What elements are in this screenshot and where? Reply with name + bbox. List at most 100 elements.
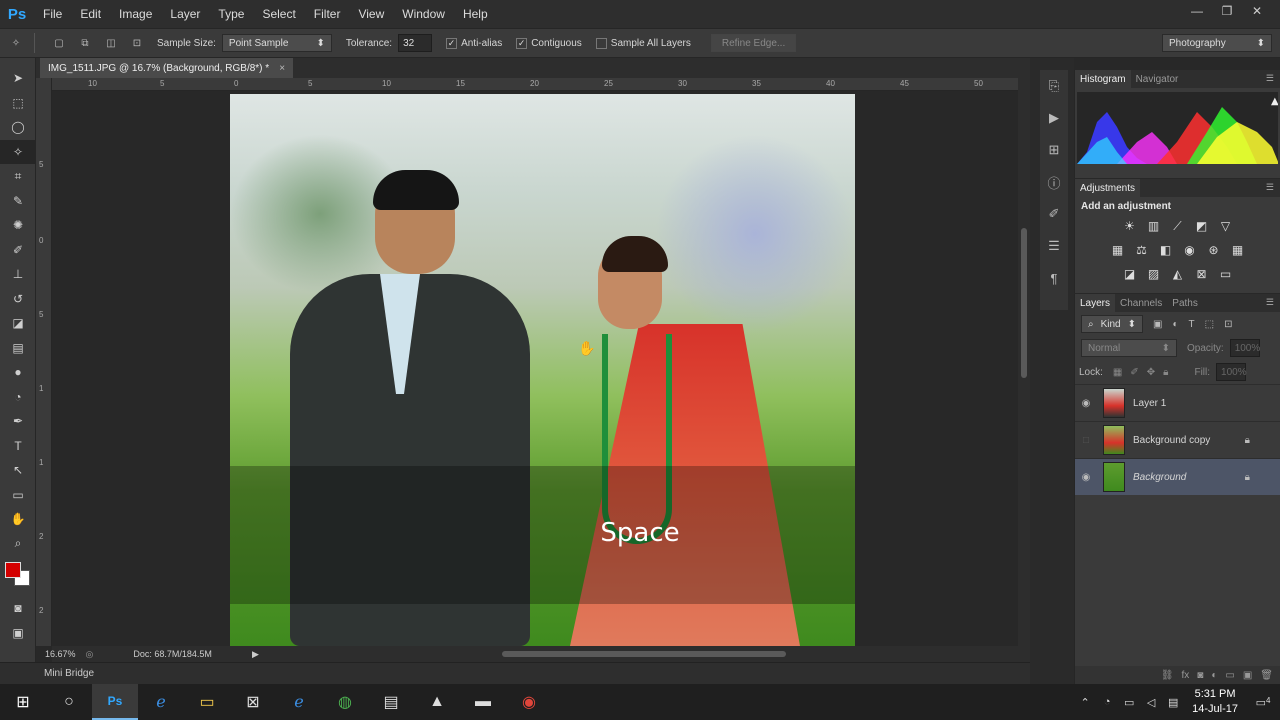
network-icon[interactable]: ◔ (1096, 696, 1118, 708)
browser-app-icon[interactable]: ◍ (322, 684, 368, 720)
history-panel-icon[interactable]: ⎘ (1040, 70, 1068, 102)
layer-row[interactable]: □ Background copy 🔒︎ (1075, 421, 1280, 458)
file-explorer-icon[interactable]: ▭ (184, 684, 230, 720)
levels-icon[interactable]: ▥ (1144, 216, 1164, 236)
new-group-icon[interactable]: ▭ (1225, 670, 1234, 681)
lasso-tool-icon[interactable]: ◯ (0, 115, 36, 140)
brush-panel-icon[interactable]: ✐ (1040, 198, 1068, 230)
curves-icon[interactable]: ⟋ (1168, 216, 1188, 236)
internet-explorer-icon[interactable]: ℯ (276, 684, 322, 720)
tab-layers[interactable]: Layers (1075, 294, 1116, 312)
adjustment-layer-icon[interactable]: ◐ (1211, 670, 1217, 681)
clock[interactable]: 5:31 PM 14-Jul-17 (1192, 687, 1238, 717)
filter-adjustment-icon[interactable]: ◐ (1172, 319, 1178, 330)
actions-panel-icon[interactable]: ▶ (1040, 102, 1068, 134)
layer-filter-select[interactable]: ⌕ Kind ⬍ (1081, 315, 1143, 333)
quick-mask-icon[interactable]: ◙ (0, 596, 36, 621)
photoshop-taskbar-icon[interactable]: Ps (92, 684, 138, 720)
contiguous-checkbox[interactable]: ✓ (516, 37, 528, 49)
sample-size-select[interactable]: Point Sample ⬍ (221, 34, 332, 52)
canvas-area[interactable]: Space ✋ (52, 92, 1018, 646)
channel-mixer-icon[interactable]: ⊛ (1204, 240, 1224, 260)
tolerance-input[interactable]: 32 (398, 34, 433, 52)
notifications-icon[interactable]: ▭ 4 (1246, 696, 1280, 709)
crop-tool-icon[interactable]: ⌗ (0, 164, 36, 189)
panel-menu-icon[interactable]: ☰ (1266, 73, 1274, 84)
layer-row[interactable]: ◉ Background 🔒︎ (1075, 458, 1280, 495)
threshold-icon[interactable]: ◭ (1168, 264, 1188, 284)
document-tab[interactable]: IMG_1511.JPG @ 16.7% (Background, RGB/8*… (40, 58, 294, 78)
hand-tool-icon[interactable]: ✋ (0, 507, 36, 532)
eyedropper-tool-icon[interactable]: ✎ (0, 189, 36, 214)
menu-layer[interactable]: Layer (161, 0, 209, 28)
status-info-icon[interactable]: ◎ (86, 649, 94, 660)
media-app-icon[interactable]: ▤ (368, 684, 414, 720)
clone-stamp-icon[interactable]: ⊥ (0, 262, 36, 287)
color-balance-icon[interactable]: ⚖ (1132, 240, 1152, 260)
windows-start-icon[interactable]: ⊞ (0, 684, 46, 720)
lock-pixels-icon[interactable]: ✐ (1130, 367, 1138, 378)
filter-type-icon[interactable]: T (1189, 319, 1195, 330)
store-icon[interactable]: ⊠ (230, 684, 276, 720)
shape-tool-icon[interactable]: ▭ (0, 483, 36, 508)
tab-navigator[interactable]: Navigator (1131, 70, 1184, 88)
magic-wand-tool-icon[interactable]: ✧ (0, 139, 36, 164)
menu-window[interactable]: Window (393, 0, 454, 28)
info-panel-icon[interactable]: ⓘ (1040, 166, 1068, 198)
zoom-level[interactable]: 16.67% (45, 649, 76, 659)
lock-position-icon[interactable]: ✥ (1147, 367, 1155, 378)
hue-saturation-icon[interactable]: ▦ (1108, 240, 1128, 260)
marquee-tool-icon[interactable]: ⬚ (0, 91, 36, 116)
screen-mode-icon[interactable]: ▣ (0, 621, 36, 646)
move-tool-icon[interactable]: ➤ (0, 66, 36, 91)
keyboard-icon[interactable]: ▤ (1162, 696, 1184, 709)
battery-icon[interactable]: ▭ (1118, 696, 1140, 709)
add-selection-icon[interactable]: ⧉ (75, 33, 95, 53)
blur-tool-icon[interactable]: ● (0, 360, 36, 385)
tab-histogram[interactable]: Histogram (1075, 70, 1131, 88)
filter-pixel-icon[interactable]: ▣ (1153, 319, 1162, 330)
close-window-button[interactable]: ✕ (1242, 0, 1272, 22)
workspace-select[interactable]: Photography ⬍ (1162, 34, 1272, 52)
blend-mode-select[interactable]: Normal ⬍ (1081, 339, 1177, 357)
paragraph-panel-icon[interactable]: ¶ (1040, 262, 1068, 294)
vertical-ruler[interactable]: 5 0 5 1 1 2 2 (36, 78, 52, 646)
intersect-selection-icon[interactable]: ⊡ (127, 33, 147, 53)
type-tool-icon[interactable]: T (0, 434, 36, 459)
new-selection-icon[interactable]: ▢ (49, 33, 69, 53)
show-hidden-icons-icon[interactable]: ⌃ (1074, 696, 1096, 709)
sample-all-layers-checkbox[interactable] (595, 37, 607, 49)
delete-layer-icon[interactable]: 🗑︎ (1260, 670, 1273, 681)
close-icon[interactable]: × (279, 63, 285, 74)
invert-icon[interactable]: ◪ (1120, 264, 1140, 284)
gradient-tool-icon[interactable]: ▤ (0, 336, 36, 361)
add-mask-icon[interactable]: ◙ (1197, 670, 1203, 681)
cortana-search-icon[interactable]: ○ (46, 684, 92, 720)
vertical-scrollbar[interactable] (1018, 78, 1030, 646)
layer-name[interactable]: Background (1133, 472, 1186, 483)
status-menu-arrow-icon[interactable]: ▶ (252, 649, 259, 660)
lock-all-icon[interactable]: 🔒︎ (1163, 367, 1168, 378)
pen-tool-icon[interactable]: ✒ (0, 409, 36, 434)
color-lookup-icon[interactable]: ▦ (1228, 240, 1248, 260)
magic-wand-preset-icon[interactable]: ✧ (6, 33, 26, 53)
layer-name[interactable]: Background copy (1133, 435, 1210, 446)
layer-name[interactable]: Layer 1 (1133, 398, 1166, 409)
filter-smart-object-icon[interactable]: ⊡ (1224, 319, 1232, 330)
black-white-icon[interactable]: ◧ (1156, 240, 1176, 260)
exposure-icon[interactable]: ◩ (1192, 216, 1212, 236)
photos-app-icon[interactable]: ▲ (414, 684, 460, 720)
lock-transparent-icon[interactable]: ▦ (1113, 367, 1122, 378)
visibility-toggle-empty[interactable]: □ (1075, 435, 1097, 446)
chrome-icon[interactable]: ◉ (506, 684, 552, 720)
healing-brush-icon[interactable]: ✺ (0, 213, 36, 238)
volume-icon[interactable]: ◁ (1140, 696, 1162, 709)
brush-tool-icon[interactable]: ✐ (0, 238, 36, 263)
posterize-icon[interactable]: ▨ (1144, 264, 1164, 284)
edge-browser-icon[interactable]: ℯ (138, 684, 184, 720)
photo-filter-icon[interactable]: ◉ (1180, 240, 1200, 260)
properties-panel-icon[interactable]: ☰ (1040, 230, 1068, 262)
menu-help[interactable]: Help (454, 0, 497, 28)
eye-icon[interactable]: ◉ (1075, 398, 1097, 409)
link-layers-icon[interactable]: ⛓ (1161, 670, 1174, 681)
